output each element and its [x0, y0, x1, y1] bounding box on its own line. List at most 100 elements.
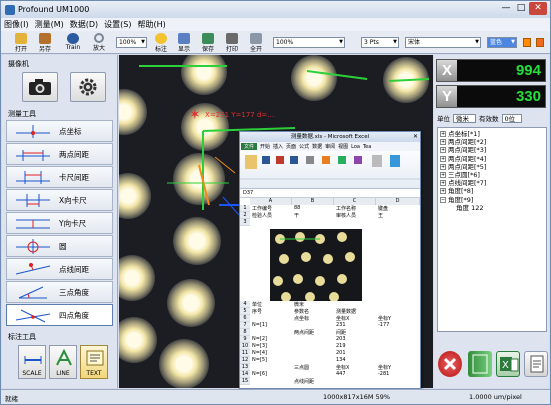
maximize-button[interactable]: □	[514, 2, 528, 15]
table-cell[interactable]: 键盘	[378, 205, 388, 212]
table-cell[interactable]: 审核人员	[336, 212, 356, 219]
table-cell[interactable]: N=[5]	[252, 357, 267, 363]
accent-color-swatch-2[interactable]	[536, 38, 544, 47]
tree-item[interactable]: + 两点间距[*4]	[440, 155, 544, 163]
table-cell[interactable]: N=[4]	[252, 350, 267, 356]
tool-y-caliper[interactable]: Y向卡尺	[6, 212, 113, 234]
excel-formula-bar[interactable]: D37	[240, 189, 420, 198]
tree-item[interactable]: + 三点圆[*6]	[440, 171, 544, 179]
scale-annotation-button[interactable]: SCALE	[18, 345, 46, 379]
text-annotation-button[interactable]: TEXT	[80, 345, 108, 379]
tool-four-point-angle[interactable]: 四点角度	[6, 304, 113, 326]
export-button[interactable]	[468, 351, 492, 377]
tool-caliper-distance[interactable]: 卡尺间距	[6, 166, 113, 188]
excel-tab[interactable]: Tea	[363, 144, 371, 150]
open-button[interactable]: 打开	[11, 32, 31, 53]
excel-tab[interactable]: 审阅	[325, 143, 335, 150]
display-button[interactable]: 显示	[174, 32, 194, 53]
table-cell[interactable]: 王	[378, 212, 383, 219]
table-cell[interactable]: 检验人员	[252, 212, 272, 219]
print-button[interactable]: 打印	[222, 32, 242, 53]
tree-item[interactable]: + 两点间距[*3]	[440, 146, 544, 154]
table-cell[interactable]: N=[3]	[252, 343, 267, 349]
menu-settings[interactable]: 设置(S)	[104, 19, 131, 30]
excel-tab[interactable]: 页面	[286, 143, 296, 150]
tool-circle[interactable]: 圆	[6, 235, 113, 257]
tree-item[interactable]: + 两点间距[*5]	[440, 163, 544, 171]
table-cell[interactable]: 坐标X	[336, 315, 349, 322]
table-cell[interactable]: N=[1]	[252, 322, 267, 328]
tree-item[interactable]: + 两点间距[*2]	[440, 138, 544, 146]
excel-tab-file[interactable]: 文件	[241, 143, 258, 150]
table-cell[interactable]: 点坐标	[294, 315, 309, 322]
table-cell[interactable]: 坐标Y	[378, 364, 391, 371]
table-cell[interactable]: 工作名称	[336, 205, 356, 212]
excel-export-button[interactable]: X	[496, 351, 520, 377]
table-cell[interactable]: 坐标X	[336, 364, 349, 371]
table-cell[interactable]: 间距	[336, 329, 346, 336]
table-cell[interactable]: 干	[294, 212, 299, 219]
table-cell[interactable]: 88	[294, 205, 300, 211]
zoom-select[interactable]: 100%	[116, 37, 147, 48]
menu-help[interactable]: 帮助(H)	[138, 19, 166, 30]
delete-button[interactable]	[438, 351, 462, 377]
table-cell[interactable]: 微米	[294, 301, 304, 308]
table-cell[interactable]: 坐标Y	[378, 315, 391, 322]
fullscreen-button[interactable]: 全开	[246, 32, 266, 53]
excel-tab[interactable]: Loa	[351, 144, 360, 150]
table-cell[interactable]: 447	[336, 371, 346, 377]
report-button[interactable]	[524, 351, 548, 377]
table-cell[interactable]: 工作编号	[252, 205, 272, 212]
excel-tab[interactable]: 数据	[312, 143, 322, 150]
excel-tab[interactable]: 开始	[260, 143, 270, 150]
table-cell[interactable]: -281	[378, 371, 389, 377]
save-as-button[interactable]: 另存	[35, 32, 55, 53]
tree-item[interactable]: + 点坐标[*1]	[440, 130, 544, 138]
menu-measure[interactable]: 测量(M)	[35, 19, 64, 30]
tree-child-item[interactable]: 角度 122	[440, 204, 544, 212]
font-color-select[interactable]: 蓝色	[487, 37, 517, 48]
table-cell[interactable]: 点线间距	[294, 378, 314, 385]
zoom-button[interactable]: 放大	[89, 32, 109, 53]
table-cell[interactable]: 单位	[252, 301, 262, 308]
camera-button[interactable]	[22, 72, 58, 102]
table-cell[interactable]: 参数名	[294, 308, 309, 315]
tool-point-coordinate[interactable]: 点坐标	[6, 120, 113, 142]
tool-x-caliper[interactable]: X向卡尺	[6, 189, 113, 211]
table-cell[interactable]: 134	[336, 357, 346, 363]
table-cell[interactable]: 231	[336, 322, 346, 328]
line-width-select[interactable]: 3 Pts	[361, 37, 399, 48]
digits-select[interactable]: 0位	[501, 113, 523, 123]
excel-close-icon[interactable]: ✕	[413, 132, 418, 142]
table-cell[interactable]: 三点圆	[294, 364, 309, 371]
table-cell[interactable]: N=[2]	[252, 336, 267, 342]
unit-select[interactable]: 微米	[453, 113, 476, 123]
table-cell[interactable]: 测量数据	[336, 308, 356, 315]
menu-image[interactable]: 图像(I)	[4, 19, 29, 30]
table-cell[interactable]: 201	[336, 350, 346, 356]
color-select[interactable]: 100%	[273, 37, 345, 48]
excel-tab[interactable]: 插入	[273, 143, 283, 150]
accent-color-swatch[interactable]	[523, 38, 531, 47]
font-select[interactable]: 宋体	[405, 37, 481, 48]
close-button[interactable]: ✕	[529, 2, 547, 15]
minimize-button[interactable]: —	[499, 2, 513, 15]
train-button[interactable]: Train	[61, 32, 85, 53]
tool-two-point-distance[interactable]: 两点间距	[6, 143, 113, 165]
table-cell[interactable]: N=[6]	[252, 371, 267, 377]
excel-tab[interactable]: 公式	[299, 143, 309, 150]
tree-item[interactable]: + 角度[*8]	[440, 187, 544, 195]
table-cell[interactable]: -177	[378, 322, 389, 328]
excel-tab[interactable]: 视图	[338, 143, 348, 150]
annotate-button[interactable]: 标注	[151, 32, 171, 53]
table-cell[interactable]: 203	[336, 336, 346, 342]
camera-settings-button[interactable]	[70, 72, 106, 102]
tool-point-line-distance[interactable]: 点线间距	[6, 258, 113, 280]
table-cell[interactable]: 219	[336, 343, 346, 349]
table-cell[interactable]: 两点间距	[294, 329, 314, 336]
line-annotation-button[interactable]: LINE	[49, 345, 77, 379]
save-image-button[interactable]: 保存	[198, 32, 218, 53]
tool-three-point-angle[interactable]: 三点角度	[6, 281, 113, 303]
menu-data[interactable]: 数据(D)	[70, 19, 98, 30]
excel-window[interactable]: 测量数据.xls - Microsoft Excel ✕ 文件 开始 插入 页面…	[239, 131, 421, 389]
